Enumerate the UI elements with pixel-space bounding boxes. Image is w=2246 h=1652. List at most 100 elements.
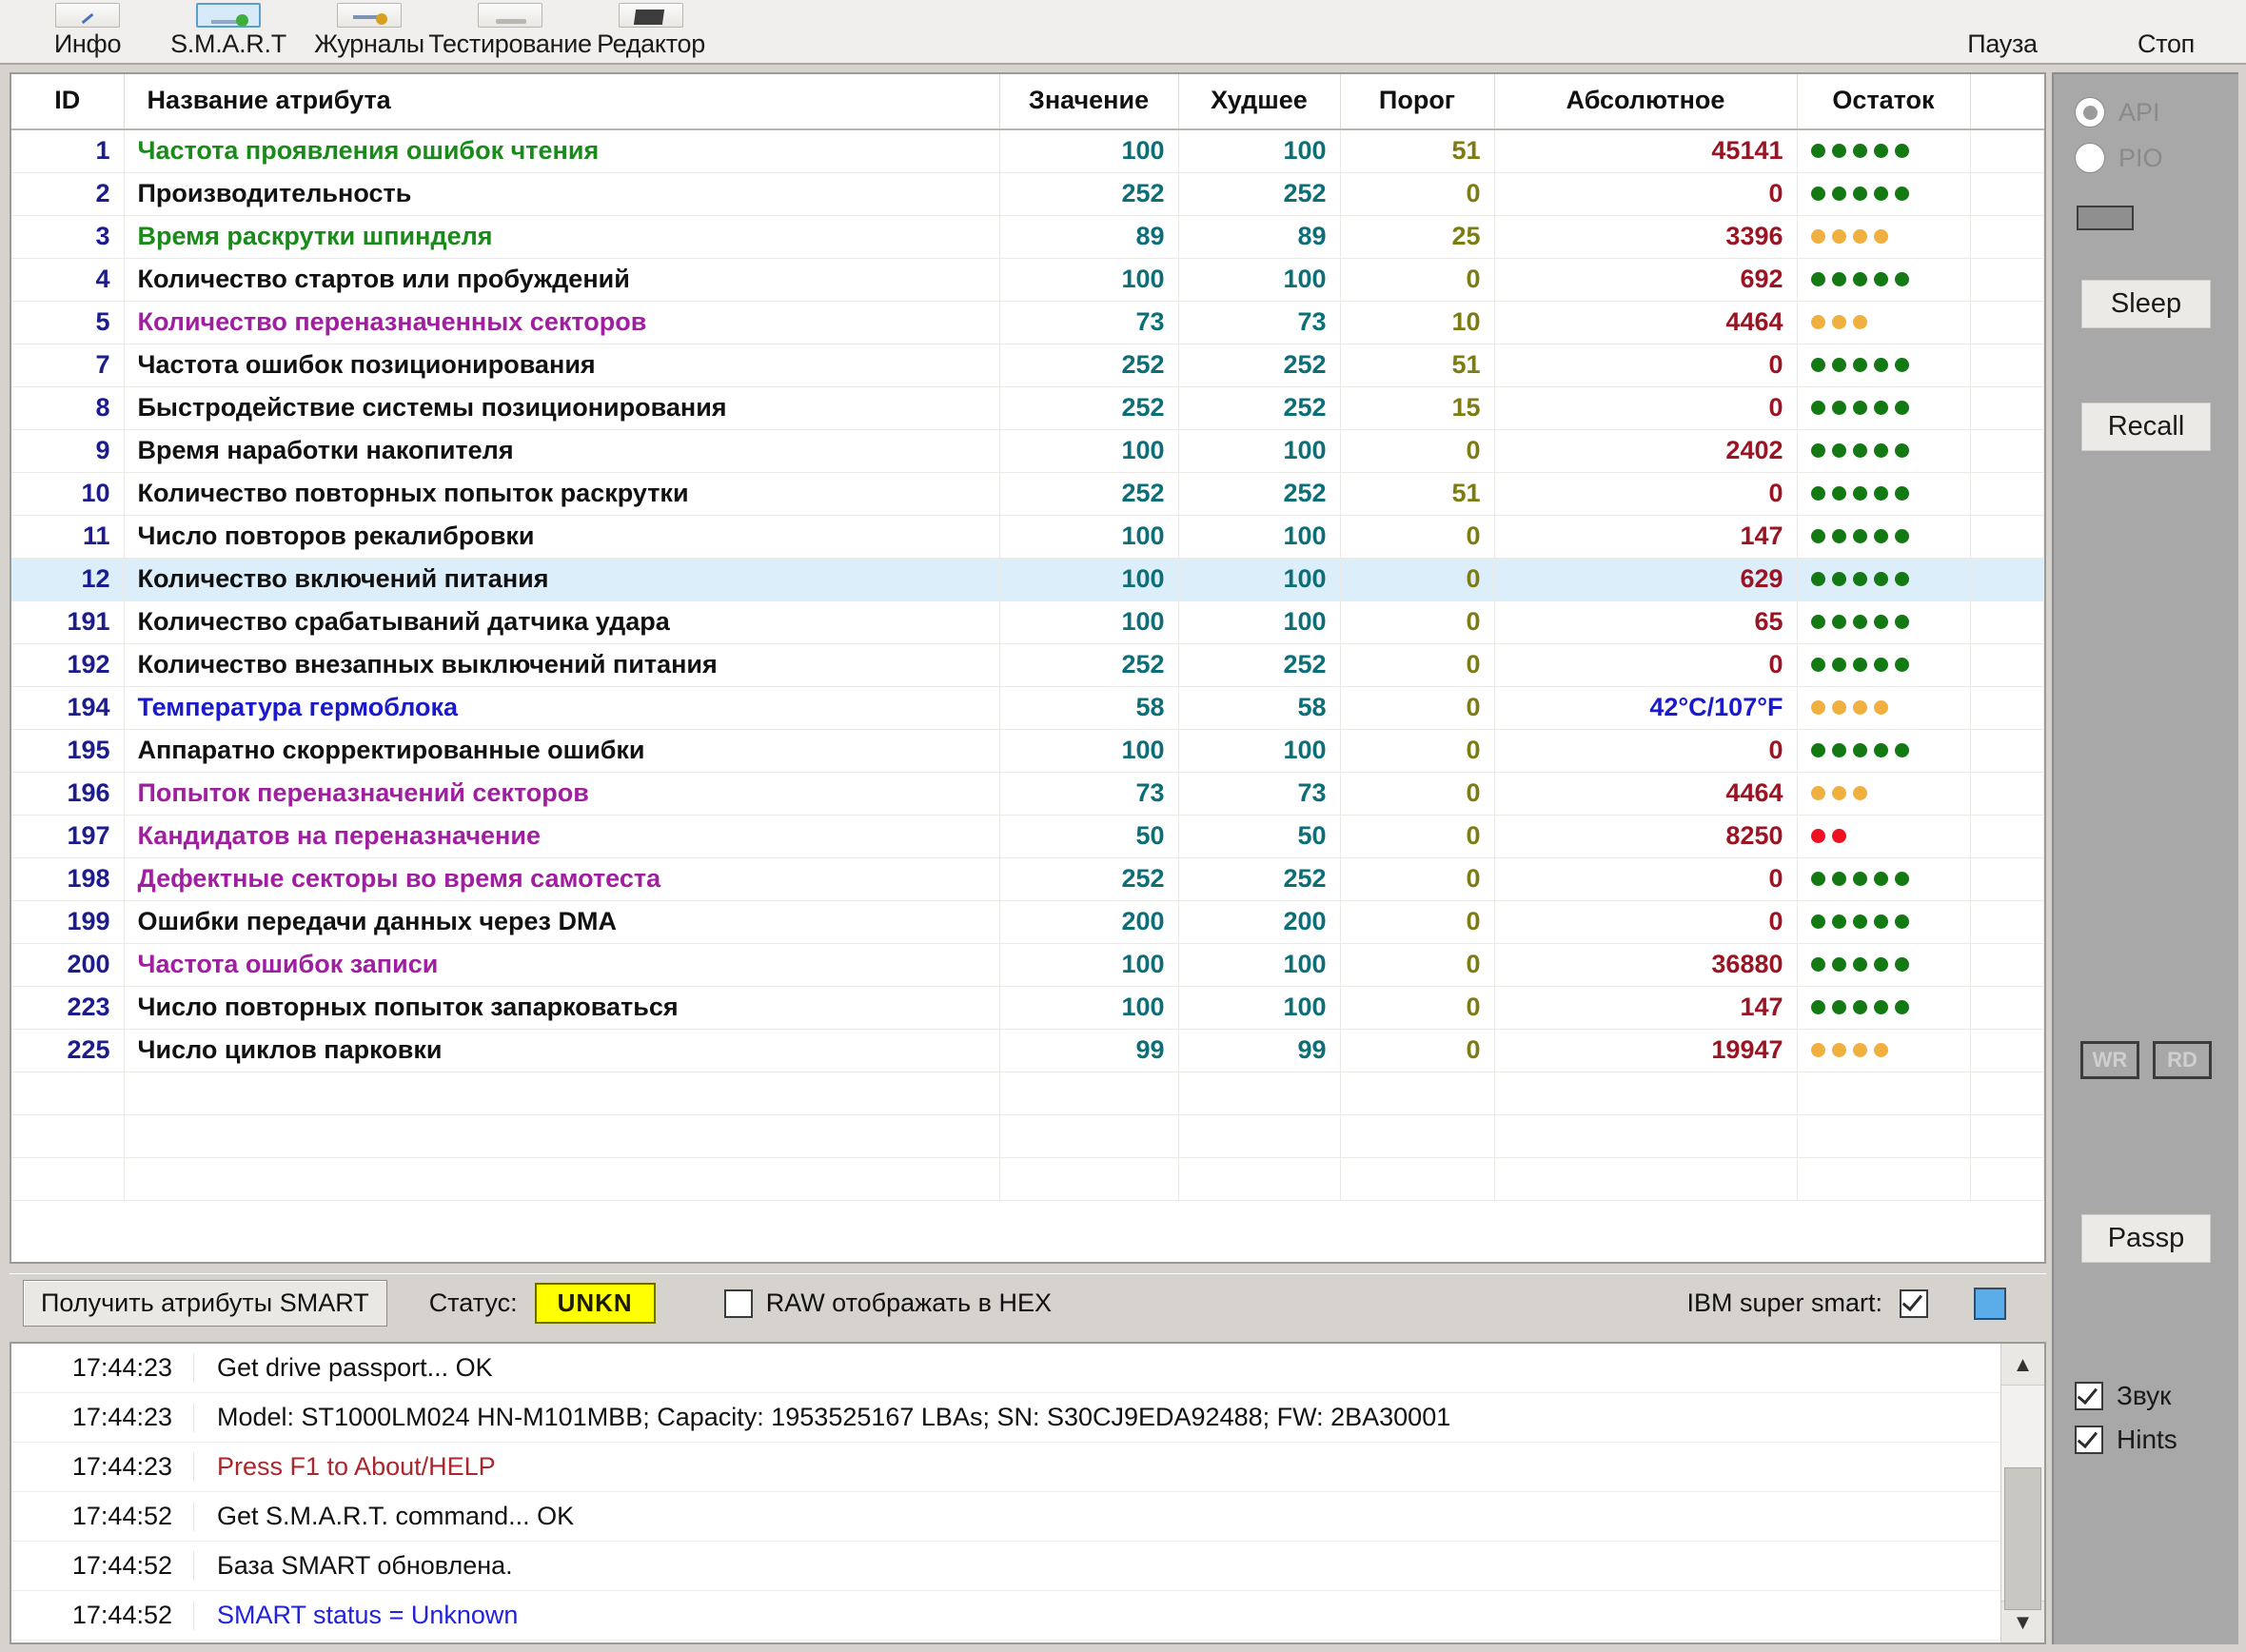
health-dots bbox=[1810, 443, 1957, 458]
table-row[interactable]: 1 Частота проявления ошибок чтения 100 100 5… bbox=[11, 129, 2044, 173]
cell-value: 252 bbox=[999, 857, 1179, 901]
cell-attribute-name: Производительность bbox=[124, 172, 1000, 216]
column-header-threshold[interactable]: Порог bbox=[1340, 74, 1495, 130]
health-dot-icon bbox=[1831, 443, 1846, 458]
cell-worst: 73 bbox=[1178, 301, 1341, 344]
radio-pio-icon[interactable] bbox=[2075, 143, 2105, 173]
recall-button[interactable]: Recall bbox=[2081, 403, 2211, 451]
sound-checkbox[interactable] bbox=[2075, 1382, 2103, 1410]
table-row[interactable]: 10 Количество повторных попыток раскрутки… bbox=[11, 472, 2044, 516]
mode-radio-api[interactable]: API bbox=[2075, 97, 2217, 128]
health-dots bbox=[1810, 315, 1957, 329]
column-header-name[interactable]: Название атрибута bbox=[124, 74, 1000, 130]
table-row[interactable]: 225 Число циклов парковки 99 99 0 19947 bbox=[11, 1029, 2044, 1072]
scrollbar-track[interactable] bbox=[2001, 1386, 2044, 1610]
log-entry[interactable]: 17:44:52 База SMART обновлена. bbox=[11, 1542, 2000, 1591]
cell-spacer bbox=[1970, 600, 2044, 644]
toolbar-button-pause[interactable]: Пауза bbox=[1945, 30, 2059, 63]
log-entry[interactable]: 17:44:23 Press F1 to About/HELP bbox=[11, 1443, 2000, 1492]
color-swatch-button[interactable] bbox=[1974, 1287, 2006, 1320]
editor-icon bbox=[619, 3, 683, 28]
table-row[interactable]: 2 Производительность 252 252 0 0 bbox=[11, 172, 2044, 216]
cell-threshold: 0 bbox=[1340, 729, 1495, 773]
cell-threshold: 0 bbox=[1340, 1029, 1495, 1072]
cell-worst: 100 bbox=[1178, 129, 1341, 173]
radio-api-icon[interactable] bbox=[2075, 97, 2105, 128]
health-dot-icon bbox=[1831, 658, 1846, 672]
scroll-up-button[interactable]: ▲ bbox=[2001, 1344, 2044, 1386]
toolbar-button-testing[interactable]: Тестирование bbox=[428, 3, 592, 63]
scrollbar-thumb[interactable] bbox=[2004, 1467, 2041, 1610]
table-row[interactable]: 12 Количество включений питания 100 100 0 629 bbox=[11, 558, 2044, 601]
cell-absolute: 692 bbox=[1494, 258, 1798, 302]
table-row[interactable]: 198 Дефектные секторы во время самотеста 2… bbox=[11, 857, 2044, 901]
hints-checkbox[interactable] bbox=[2075, 1426, 2103, 1454]
sleep-button[interactable]: Sleep bbox=[2081, 280, 2211, 328]
table-row[interactable]: 197 Кандидатов на переназначение 50 50 0 8250 bbox=[11, 815, 2044, 858]
table-row[interactable]: 196 Попыток переназначений секторов 73 73 0 4… bbox=[11, 772, 2044, 816]
cell-id: 197 bbox=[11, 815, 125, 858]
health-dot-icon bbox=[1852, 914, 1867, 929]
health-dot-icon bbox=[1852, 743, 1867, 757]
cell-attribute-name: Количество переназначенных секторов bbox=[124, 301, 1000, 344]
health-dots bbox=[1810, 272, 1957, 286]
sidebar-options-group: Звук Hints bbox=[2075, 1381, 2217, 1468]
cell-absolute: 147 bbox=[1494, 515, 1798, 559]
toolbar-button-stop[interactable]: Стоп bbox=[2109, 30, 2223, 63]
log-entry[interactable]: 17:44:52 SMART status = Unknown bbox=[11, 1591, 2000, 1641]
log-entry[interactable]: 17:44:23 Model: ST1000LM024 HN-M101MBB; C… bbox=[11, 1393, 2000, 1443]
cell-id: 3 bbox=[11, 215, 125, 259]
table-row[interactable]: 199 Ошибки передачи данных через DMA 200 20… bbox=[11, 900, 2044, 944]
cell-value: 252 bbox=[999, 172, 1179, 216]
sound-option[interactable]: Звук bbox=[2075, 1381, 2217, 1411]
cell-empty bbox=[999, 1114, 1179, 1158]
table-row-empty bbox=[11, 1157, 2044, 1201]
table-row[interactable]: 8 Быстродействие системы позиционирования… bbox=[11, 386, 2044, 430]
raw-hex-checkbox[interactable] bbox=[723, 1288, 753, 1318]
column-header-value[interactable]: Значение bbox=[999, 74, 1179, 130]
column-header-worst[interactable]: Худшее bbox=[1178, 74, 1341, 130]
health-dot-icon bbox=[1873, 529, 1888, 543]
cell-id: 1 bbox=[11, 129, 125, 173]
log-scrollbar[interactable]: ▲ ▼ bbox=[2000, 1344, 2044, 1642]
log-entry[interactable]: 17:44:52 Get S.M.A.R.T. command... OK bbox=[11, 1492, 2000, 1542]
cell-empty bbox=[1970, 1114, 2044, 1158]
table-row[interactable]: 11 Число повторов рекалибровки 100 100 0 147 bbox=[11, 515, 2044, 559]
health-dots bbox=[1810, 1000, 1957, 1014]
ibm-super-smart-checkbox[interactable] bbox=[1900, 1288, 1928, 1318]
health-dot-icon bbox=[1873, 358, 1888, 372]
table-row[interactable]: 3 Время раскрутки шпинделя 89 89 25 3396 bbox=[11, 215, 2044, 259]
column-header-absolute[interactable]: Абсолютное bbox=[1494, 74, 1798, 130]
table-row[interactable]: 7 Частота ошибок позиционирования 252 252 51… bbox=[11, 344, 2044, 387]
cell-attribute-name: Быстродействие системы позиционирования bbox=[124, 386, 1000, 430]
table-row[interactable]: 192 Количество внезапных выключений питан… bbox=[11, 643, 2044, 687]
toolbar-button-info[interactable]: Инфо bbox=[17, 3, 158, 63]
health-dot-icon bbox=[1831, 700, 1846, 715]
table-row[interactable]: 200 Частота ошибок записи 100 100 0 36880 bbox=[11, 943, 2044, 987]
health-dot-icon bbox=[1852, 786, 1867, 800]
mode-radio-pio[interactable]: PIO bbox=[2075, 143, 2217, 173]
toolbar-button-journals[interactable]: Журналы bbox=[299, 3, 440, 63]
cell-absolute: 0 bbox=[1494, 857, 1798, 901]
table-row[interactable]: 5 Количество переназначенных секторов 73 73… bbox=[11, 301, 2044, 344]
toolbar-button-editor[interactable]: Редактор bbox=[581, 3, 721, 63]
health-dot-icon bbox=[1894, 529, 1909, 543]
health-dot-icon bbox=[1852, 443, 1867, 458]
table-row[interactable]: 191 Количество срабатываний датчика удара… bbox=[11, 600, 2044, 644]
log-entry[interactable]: 17:44:23 Get drive passport... OK bbox=[11, 1344, 2000, 1393]
passport-button[interactable]: Passp bbox=[2081, 1214, 2211, 1263]
table-row[interactable]: 4 Количество стартов или пробуждений 100 10… bbox=[11, 258, 2044, 302]
hints-option[interactable]: Hints bbox=[2075, 1425, 2217, 1455]
toolbar-button-smart[interactable]: S.M.A.R.T bbox=[158, 3, 299, 63]
table-row[interactable]: 223 Число повторных попыток запарковаться… bbox=[11, 986, 2044, 1030]
table-row[interactable]: 195 Аппаратно скорректированные ошибки 100… bbox=[11, 729, 2044, 773]
log-message: Get S.M.A.R.T. command... OK bbox=[217, 1502, 575, 1530]
get-smart-attributes-button[interactable]: Получить атрибуты SMART bbox=[23, 1280, 387, 1327]
table-row[interactable]: 9 Время наработки накопителя 100 100 0 2402 bbox=[11, 429, 2044, 473]
column-header-rest[interactable]: Остаток bbox=[1797, 74, 1971, 130]
table-row[interactable]: 194 Температура гермоблока 58 58 0 42°C/107°F bbox=[11, 686, 2044, 730]
column-header-id[interactable]: ID bbox=[11, 74, 125, 130]
health-dots bbox=[1810, 572, 1957, 586]
cell-worst: 100 bbox=[1178, 429, 1341, 473]
cell-absolute: 0 bbox=[1494, 643, 1798, 687]
